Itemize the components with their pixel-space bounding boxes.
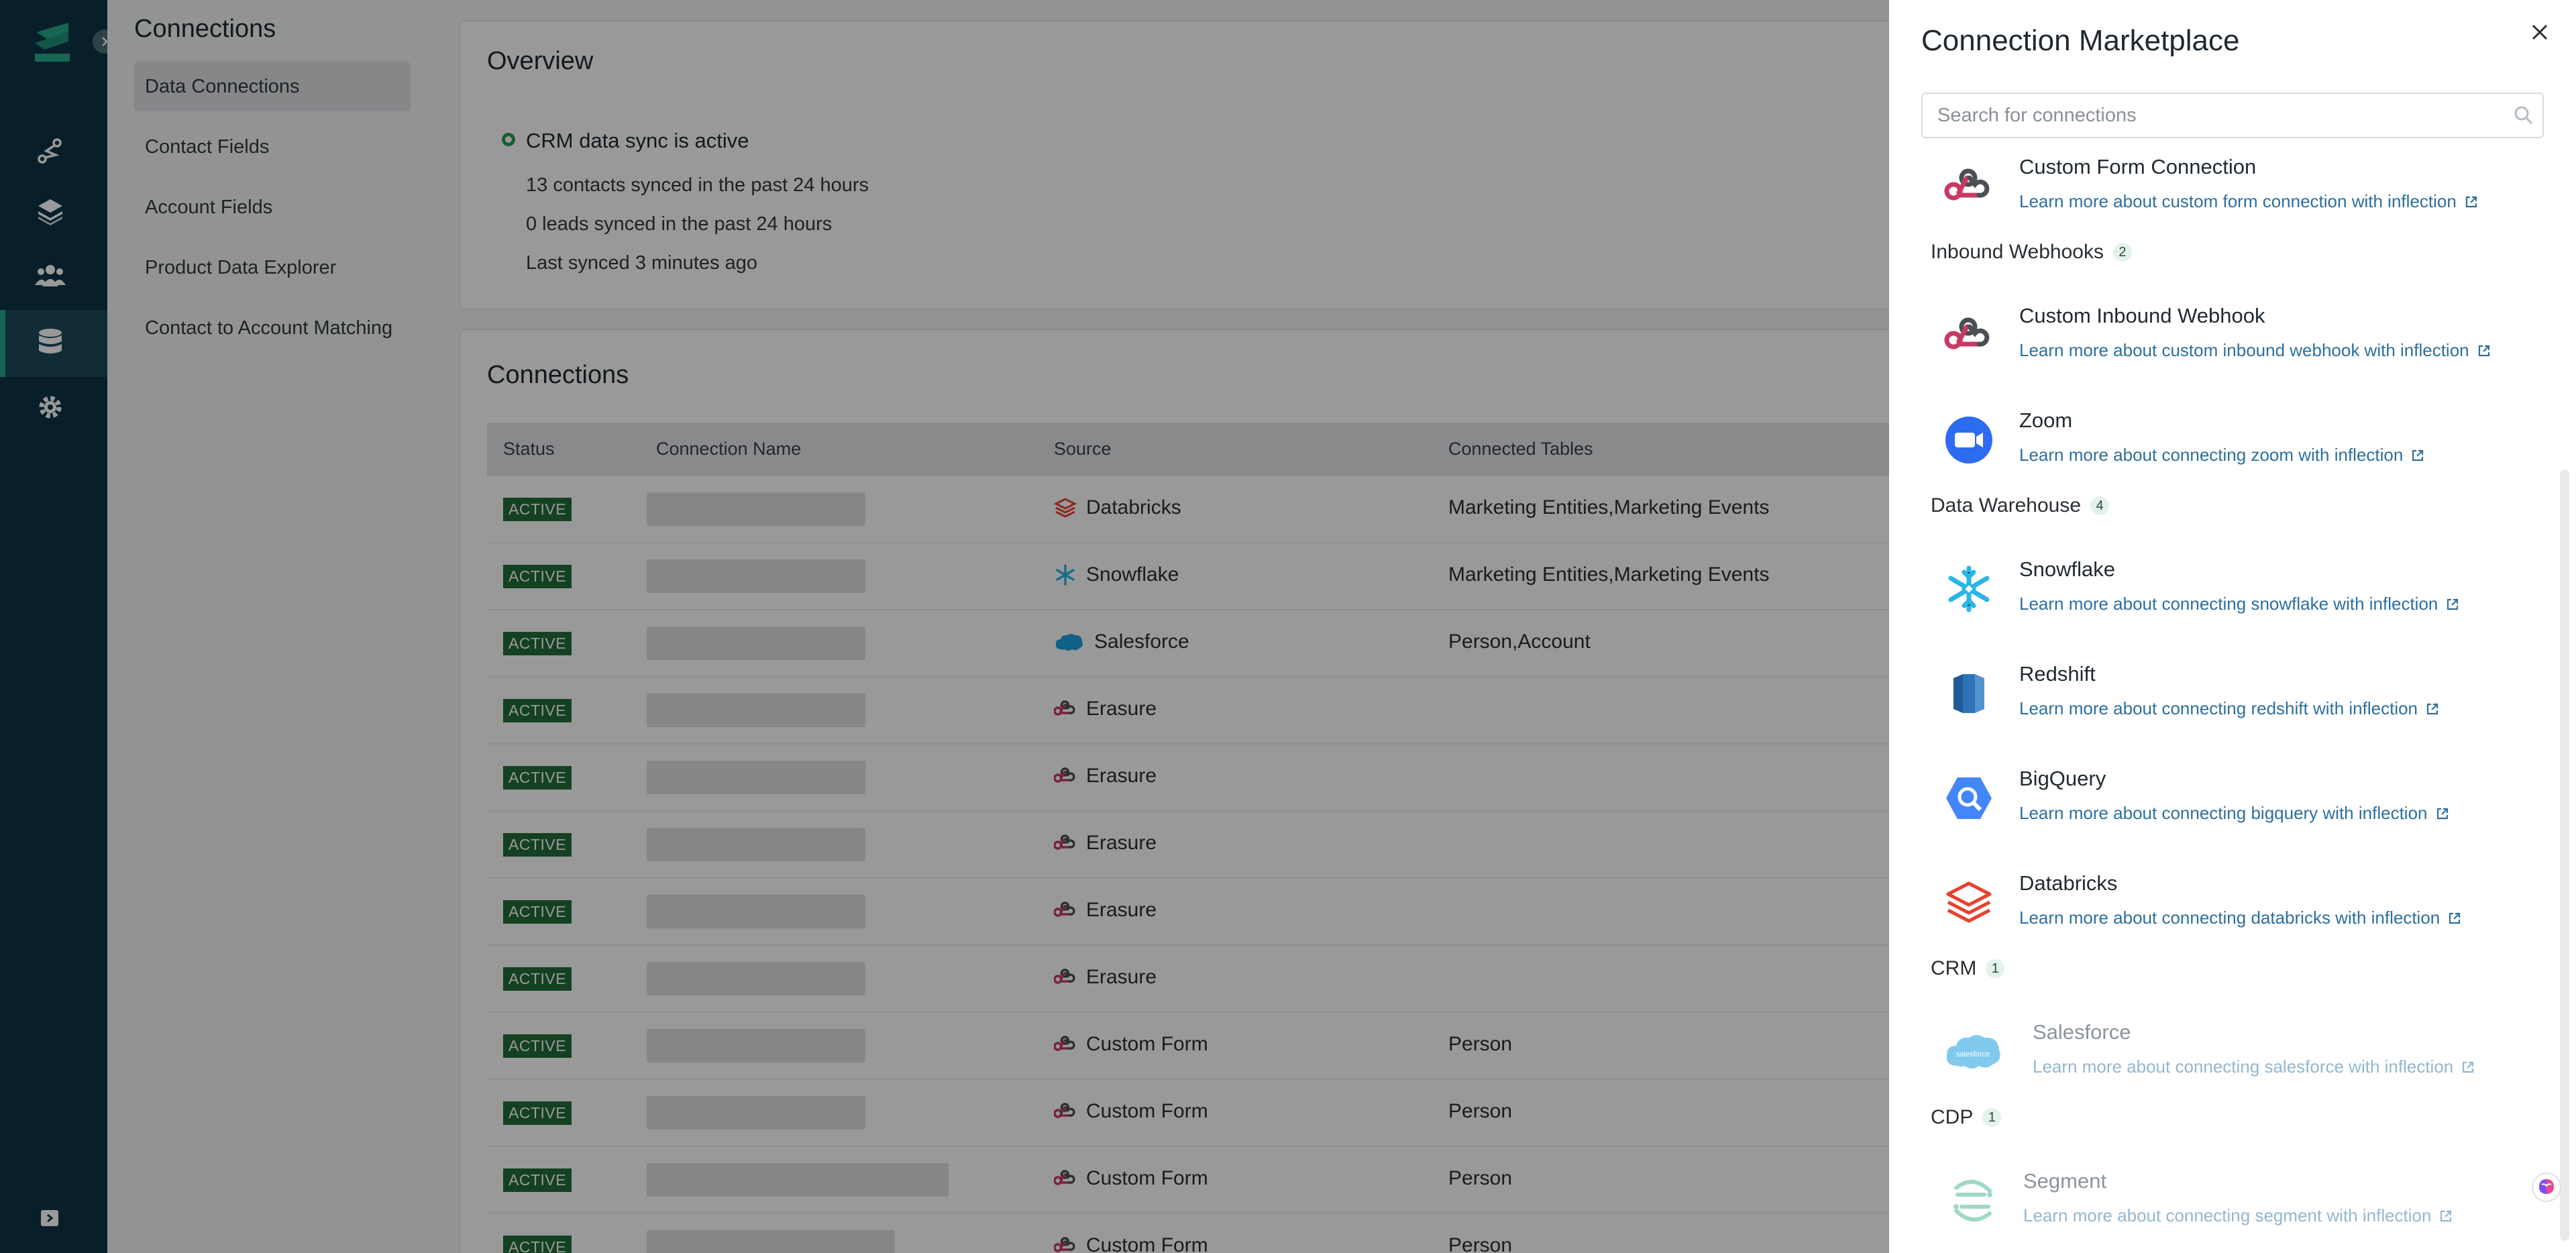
entry-zoom[interactable]: Zoom Learn more about connecting zoom wi… xyxy=(1889,406,2546,500)
close-icon[interactable] xyxy=(2526,19,2553,46)
entry-custom-form-connection[interactable]: Custom Form Connection Learn more about … xyxy=(1889,152,2546,246)
webhook-icon xyxy=(1944,317,1990,349)
modal-backdrop[interactable] xyxy=(0,0,1889,1253)
category-data-warehouse: Data Warehouse 4 xyxy=(1931,494,2110,517)
category-count-badge: 2 xyxy=(2112,243,2132,262)
marketplace-drawer: Connection Marketplace Search for connec… xyxy=(1889,0,2576,1253)
entry-redshift[interactable]: Redshift Learn more about connecting red… xyxy=(1889,659,2546,753)
salesforce-icon: salesforce xyxy=(1946,1035,2000,1069)
entry-name: Custom Form Connection xyxy=(2019,155,2257,178)
entry-name: BigQuery xyxy=(2019,767,2106,790)
entry-bigquery[interactable]: BigQuery Learn more about connecting big… xyxy=(1889,764,2546,858)
external-link-icon xyxy=(2440,1210,2452,1221)
learn-more-link[interactable]: Learn more about connecting segment with… xyxy=(2023,1205,2453,1226)
external-link-icon xyxy=(2426,703,2438,714)
entry-name: Salesforce xyxy=(2033,1020,2131,1044)
snowflake-icon xyxy=(1948,565,1990,612)
external-link-icon xyxy=(2465,196,2477,207)
entry-name: Databricks xyxy=(2019,871,2118,895)
external-link-icon xyxy=(2478,345,2489,356)
learn-more-text: Learn more about connecting salesforce w… xyxy=(2033,1056,2454,1077)
category-label: CRM xyxy=(1931,957,1977,979)
learn-more-link[interactable]: Learn more about connecting redshift wit… xyxy=(2019,698,2439,719)
learn-more-link[interactable]: Learn more about connecting databricks w… xyxy=(2019,908,2461,928)
drawer-title: Connection Marketplace xyxy=(1921,24,2240,57)
entry-segment[interactable]: Segment Learn more about connecting segm… xyxy=(1893,1166,2551,1253)
category-label: CDP xyxy=(1931,1106,1974,1128)
learn-more-link[interactable]: Learn more about connecting salesforce w… xyxy=(2033,1056,2475,1077)
app-root: Connections Data Connections Contact Fie… xyxy=(0,0,2576,1253)
external-link-icon xyxy=(2412,449,2424,461)
drawer-scrollbar[interactable] xyxy=(2560,470,2569,1241)
external-link-icon xyxy=(2436,808,2448,819)
entry-snowflake[interactable]: Snowflake Learn more about connecting sn… xyxy=(1889,555,2546,649)
salesforce-logo-text: salesforce xyxy=(1956,1050,1990,1058)
learn-more-link[interactable]: Learn more about connecting zoom with in… xyxy=(2019,445,2424,466)
search-icon[interactable] xyxy=(2513,105,2534,126)
entry-name: Zoom xyxy=(2019,408,2073,432)
webhook-icon xyxy=(1944,168,1990,201)
search-input[interactable] xyxy=(1937,94,2501,137)
entry-name: Snowflake xyxy=(2019,557,2116,581)
category-crm: CRM 1 xyxy=(1931,957,2005,980)
category-count-badge: 1 xyxy=(1986,959,2005,978)
entry-name: Segment xyxy=(2023,1169,2107,1193)
learn-more-text: Learn more about custom inbound webhook … xyxy=(2019,340,2469,360)
category-count-badge: 4 xyxy=(2090,496,2110,515)
learn-more-link[interactable]: Learn more about custom form connection … xyxy=(2019,191,2478,212)
category-count-badge: 1 xyxy=(1982,1108,2002,1127)
learn-more-text: Learn more about custom form connection … xyxy=(2019,191,2457,211)
learn-more-link[interactable]: Learn more about connecting bigquery wit… xyxy=(2019,803,2449,824)
zoom-icon xyxy=(1945,417,1992,464)
learn-more-text: Learn more about connecting segment with… xyxy=(2023,1205,2432,1225)
marketplace-list[interactable]: Custom Form Connection Learn more about … xyxy=(1889,144,2576,1253)
learn-more-text: Learn more about connecting snowflake wi… xyxy=(2019,594,2438,614)
entry-custom-inbound-webhook[interactable]: Custom Inbound Webhook Learn more about … xyxy=(1889,301,2546,395)
learn-more-link[interactable]: Learn more about connecting snowflake wi… xyxy=(2019,594,2459,614)
search-box xyxy=(1921,93,2544,138)
assistant-icon[interactable] xyxy=(2532,1173,2561,1202)
databricks-icon xyxy=(1946,881,1992,923)
external-link-icon xyxy=(2447,598,2459,610)
external-link-icon xyxy=(2463,1061,2474,1073)
entry-salesforce[interactable]: salesforce Salesforce Learn more about c… xyxy=(1889,1018,2546,1111)
learn-more-text: Learn more about connecting zoom with in… xyxy=(2019,445,2404,465)
entry-name: Custom Inbound Webhook xyxy=(2019,304,2265,327)
category-label: Data Warehouse xyxy=(1931,494,2082,516)
learn-more-text: Learn more about connecting bigquery wit… xyxy=(2019,803,2428,823)
redshift-icon xyxy=(1953,674,1984,713)
entry-name: Redshift xyxy=(2019,662,2096,686)
learn-more-link[interactable]: Learn more about custom inbound webhook … xyxy=(2019,340,2491,361)
external-link-icon xyxy=(2449,912,2461,924)
category-label: Inbound Webhooks xyxy=(1931,241,2104,263)
entry-databricks[interactable]: Databricks Learn more about connecting d… xyxy=(1889,869,2546,963)
learn-more-text: Learn more about connecting redshift wit… xyxy=(2019,698,2418,718)
segment-icon xyxy=(1953,1180,1992,1221)
category-cdp: CDP 1 xyxy=(1931,1106,2002,1129)
category-inbound-webhooks: Inbound Webhooks 2 xyxy=(1931,241,2132,264)
bigquery-icon xyxy=(1946,777,1992,819)
learn-more-text: Learn more about connecting databricks w… xyxy=(2019,908,2440,928)
